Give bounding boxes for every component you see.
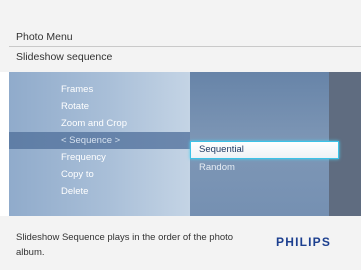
menu-item-zoom-and-crop[interactable]: Zoom and Crop bbox=[9, 115, 190, 132]
submenu-list: Sequential Random bbox=[190, 141, 339, 176]
menu-subtitle: Slideshow sequence bbox=[16, 51, 113, 63]
menu-item-frames[interactable]: Frames bbox=[9, 81, 190, 98]
menu-title: Photo Menu bbox=[16, 31, 73, 43]
footer: Slideshow Sequence plays in the order of… bbox=[0, 216, 361, 270]
help-text: Slideshow Sequence plays in the order of… bbox=[16, 232, 234, 258]
menu-item-rotate[interactable]: Rotate bbox=[9, 98, 190, 115]
menu-item-sequence[interactable]: < Sequence > bbox=[9, 132, 190, 149]
menu-item-copy-to[interactable]: Copy to bbox=[9, 166, 190, 183]
header-divider bbox=[9, 46, 361, 47]
menu-panel: Frames Rotate Zoom and Crop < Sequence >… bbox=[9, 72, 361, 216]
menu-item-frequency[interactable]: Frequency bbox=[9, 149, 190, 166]
header: Photo Menu Slideshow sequence bbox=[0, 0, 361, 72]
submenu-item-random[interactable]: Random bbox=[190, 159, 339, 176]
photo-frame-screen: Photo Menu Slideshow sequence Frames Rot… bbox=[0, 0, 361, 270]
philips-logo: PHILIPS bbox=[276, 235, 332, 249]
submenu-item-sequential[interactable]: Sequential bbox=[190, 141, 339, 159]
main-menu-list: Frames Rotate Zoom and Crop < Sequence >… bbox=[9, 81, 190, 200]
menu-item-delete[interactable]: Delete bbox=[9, 183, 190, 200]
